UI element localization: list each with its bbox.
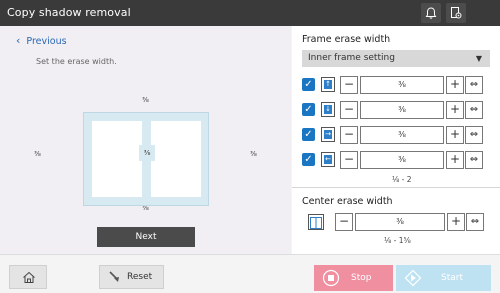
preview-center-value: ⅜ [139,145,155,161]
preview-panel: ‹ Previous Set the erase width. ⅜ ⅜ ⅜ ⅜ ⅜… [0,26,291,254]
center-plus-button[interactable]: + [447,213,465,231]
caret-down-icon: ▼ [475,54,482,63]
right-value-input[interactable]: ⅜ [360,126,444,144]
left-edge-icon: ← [321,152,335,167]
start-label: Start [441,273,463,283]
frame-row-top: ✓ ↑ − ⅜ + ⇔ [302,76,492,94]
dropdown-value: Inner frame setting [308,53,395,63]
instruction-text: Set the erase width. [36,57,117,66]
left-minus-button[interactable]: − [340,151,358,169]
left-page [92,121,142,197]
frame-row-bottom: ✓ ↓ − ⅜ + ⇔ [302,101,492,119]
bottom-minus-button[interactable]: − [340,101,358,119]
right-page [151,121,201,197]
screen-title: Copy shadow removal [7,6,131,19]
section-divider [292,187,500,188]
frame-erase-title: Frame erase width [302,34,391,45]
top-plus-button[interactable]: + [446,76,464,94]
bottom-swap-icon[interactable]: ⇔ [465,101,483,119]
right-checkbox[interactable]: ✓ [302,128,315,141]
preview-top-value: ⅜ [142,96,149,104]
stop-label: Stop [351,273,372,283]
right-minus-button[interactable]: − [340,126,358,144]
title-bar: Copy shadow removal [0,0,500,26]
bottom-plus-button[interactable]: + [446,101,464,119]
footer-bar: Reset Stop Start [0,254,500,293]
left-checkbox[interactable]: ✓ [302,153,315,166]
left-plus-button[interactable]: + [446,151,464,169]
reset-label: Reset [127,272,153,282]
chevron-left-icon: ‹ [16,34,21,47]
frame-row-right: ✓ → − ⅜ + ⇔ [302,126,492,144]
right-plus-button[interactable]: + [446,126,464,144]
previous-link[interactable]: ‹ Previous [16,34,67,47]
stop-icon [322,269,340,287]
right-edge-icon: → [321,127,335,142]
frame-erase-range: ⅛ - 2 [392,175,412,184]
left-value-input[interactable]: ⅜ [360,151,444,169]
reset-button[interactable]: Reset [99,265,164,289]
erase-preview-sheet: ⅜ [83,112,209,206]
frame-row-left: ✓ ← − ⅜ + ⇔ [302,151,492,169]
frame-erase-dropdown[interactable]: Inner frame setting ▼ [302,50,490,67]
document-settings-icon[interactable] [446,3,466,23]
settings-panel: Frame erase width Inner frame setting ▼ … [292,26,500,254]
home-icon [23,271,35,283]
right-swap-icon[interactable]: ⇔ [465,126,483,144]
start-icon [404,269,422,287]
center-swap-icon[interactable]: ⇔ [466,213,484,231]
center-minus-button[interactable]: − [335,213,353,231]
stop-button[interactable]: Stop [314,265,393,291]
next-button[interactable]: Next [97,227,195,247]
center-book-icon [308,214,324,230]
center-value-input[interactable]: ⅜ [355,213,445,231]
bottom-checkbox[interactable]: ✓ [302,103,315,116]
preview-right-value: ⅜ [250,150,257,158]
top-edge-icon: ↑ [321,77,335,92]
bottom-edge-icon: ↓ [321,102,335,117]
top-checkbox[interactable]: ✓ [302,78,315,91]
bell-icon[interactable] [421,3,441,23]
previous-label: Previous [26,36,67,47]
center-erase-row: − ⅜ + ⇔ [302,213,492,231]
top-value-input[interactable]: ⅜ [360,76,444,94]
top-swap-icon[interactable]: ⇔ [465,76,483,94]
center-erase-title: Center erase width [302,196,393,207]
start-button[interactable]: Start [396,265,491,291]
left-swap-icon[interactable]: ⇔ [465,151,483,169]
preview-left-value: ⅜ [34,150,41,158]
top-minus-button[interactable]: − [340,76,358,94]
center-erase-range: ⅛ - 1⅝ [384,236,411,245]
home-button[interactable] [9,265,47,289]
reset-icon [109,271,119,282]
bottom-value-input[interactable]: ⅜ [360,101,444,119]
